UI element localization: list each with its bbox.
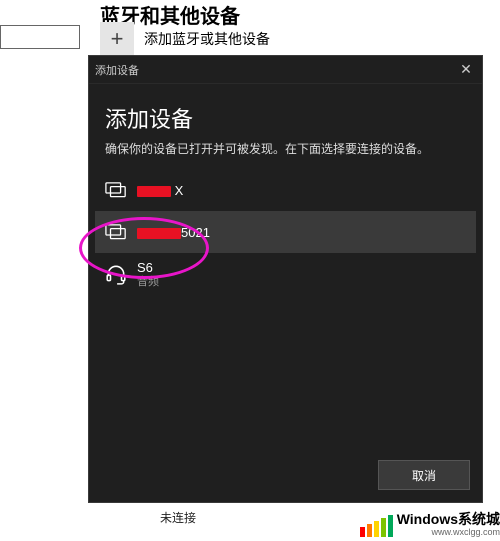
dialog-titlebar-text: 添加设备 [95, 62, 139, 78]
add-device-dialog: 添加设备 ✕ 添加设备 确保你的设备已打开并可被发现。在下面选择要连接的设备。 … [88, 55, 483, 503]
cancel-button[interactable]: 取消 [378, 460, 470, 490]
settings-search-input[interactable] [0, 25, 80, 49]
dialog-subtitle: 确保你的设备已打开并可被发现。在下面选择要连接的设备。 [105, 140, 466, 157]
dialog-heading: 添加设备 [105, 102, 466, 134]
footer-status: 未连接 [160, 509, 196, 526]
watermark-url: www.wxclgg.com [397, 526, 500, 539]
display-icon [105, 181, 127, 199]
add-device-row[interactable]: + 添加蓝牙或其他设备 [100, 22, 270, 56]
headset-icon [105, 265, 127, 283]
watermark: Windows系统城 www.wxclgg.com [358, 511, 500, 541]
device-item[interactable]: S6 音频 [95, 253, 476, 295]
add-device-label: 添加蓝牙或其他设备 [144, 29, 270, 49]
device-name: 5021 [137, 225, 210, 240]
display-icon [105, 223, 127, 241]
device-item[interactable]: 5021 [95, 211, 476, 253]
device-name: S6 [137, 260, 159, 275]
dialog-titlebar: 添加设备 ✕ [89, 56, 482, 84]
device-subtype: 音频 [137, 275, 159, 289]
device-item[interactable]: X [95, 169, 476, 211]
close-icon[interactable]: ✕ [456, 61, 476, 78]
watermark-title: Windows系统城 [397, 513, 500, 526]
watermark-logo-icon [358, 515, 393, 537]
device-name: X [137, 183, 183, 198]
plus-icon: + [100, 22, 134, 56]
device-list: X 5021 S6 音频 [105, 169, 466, 295]
